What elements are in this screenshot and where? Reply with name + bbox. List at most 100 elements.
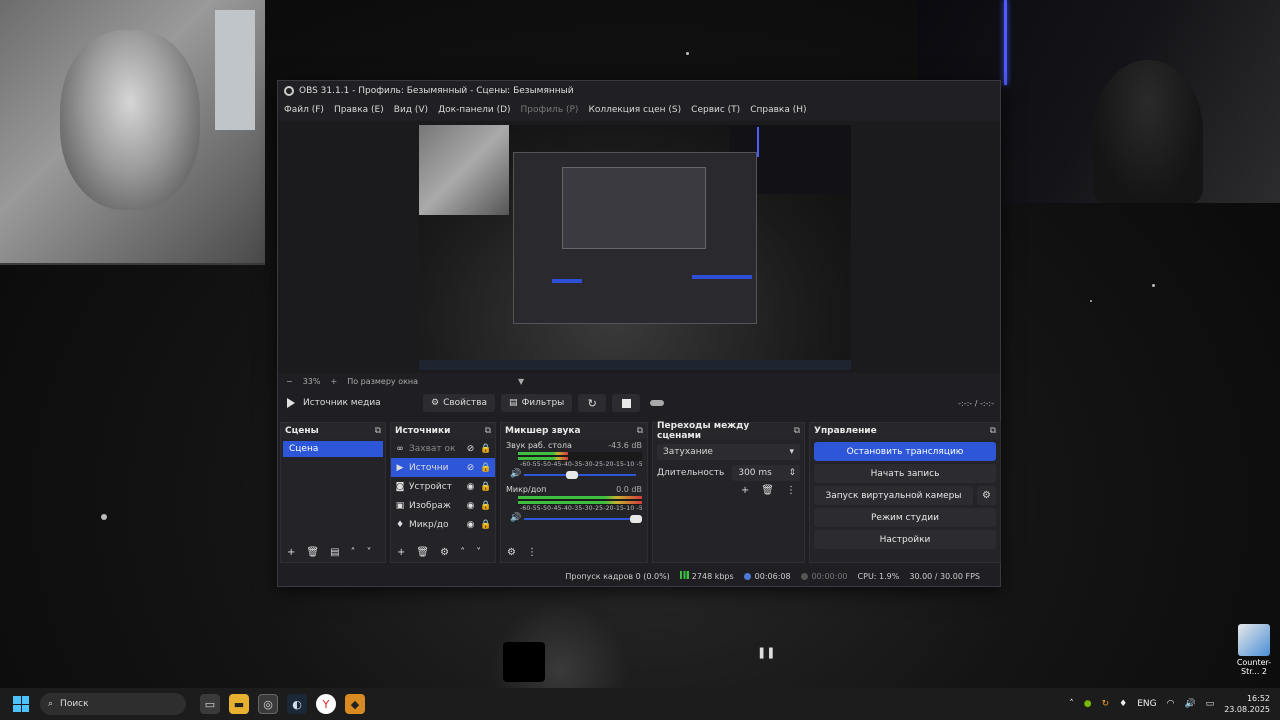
volume-icon[interactable]: 🔊: [1184, 699, 1195, 709]
arrow-down-icon[interactable]: ˅: [476, 547, 481, 558]
source-row[interactable]: ∞ Захват ок ⊘ 🔒: [391, 439, 495, 458]
webcam-overlay-left: [0, 0, 265, 265]
windows-start-icon[interactable]: [13, 696, 29, 712]
task-view-icon[interactable]: ▭: [200, 694, 220, 714]
lock-icon[interactable]: 🔒: [480, 463, 491, 473]
desktop-shortcut[interactable]: Counter-Str... 2: [1230, 624, 1278, 676]
menu-profile[interactable]: Профиль (P): [521, 105, 579, 115]
stop-stream-button[interactable]: Остановить трансляцию: [814, 442, 996, 461]
trash-icon[interactable]: 🗑: [416, 547, 429, 558]
battery-icon[interactable]: ▭: [1206, 699, 1215, 709]
zoom-out-button[interactable]: −: [286, 377, 293, 386]
properties-button[interactable]: ⚙ Свойства: [423, 394, 496, 412]
fader-knob[interactable]: [630, 515, 642, 523]
stop-button[interactable]: [612, 394, 641, 412]
eye-off-icon[interactable]: ⊘: [465, 444, 476, 454]
fader-knob[interactable]: [566, 471, 579, 479]
filter-icon[interactable]: ▤: [330, 547, 339, 558]
lock-icon[interactable]: 🔒: [480, 520, 491, 530]
dock-menu-icon[interactable]: ⧉: [375, 426, 381, 436]
mic-icon[interactable]: ♦: [1119, 699, 1127, 709]
clock[interactable]: 16:52 23.08.2025: [1224, 693, 1270, 715]
more-icon[interactable]: ⋮: [786, 485, 796, 496]
eye-icon[interactable]: ◉: [465, 501, 476, 511]
volume-fader[interactable]: 🔊: [510, 469, 642, 481]
eye-icon[interactable]: ◉: [465, 482, 476, 492]
add-icon[interactable]: +: [741, 485, 749, 496]
nvidia-icon[interactable]: ●: [1084, 699, 1092, 709]
gear-icon[interactable]: ⚙: [507, 547, 516, 558]
trash-icon[interactable]: 🗑: [761, 485, 774, 496]
menu-docks[interactable]: Док-панели (D): [438, 105, 510, 115]
title-bar[interactable]: OBS 31.1.1 - Профиль: Безымянный - Сцены…: [278, 81, 1000, 100]
obs-taskbar-icon[interactable]: ◎: [258, 694, 278, 714]
play-icon[interactable]: [287, 398, 295, 408]
dock-menu-icon[interactable]: ⧉: [990, 426, 996, 436]
duration-input[interactable]: 300 ms ⇕: [732, 465, 800, 481]
steam-icon[interactable]: ◐: [287, 694, 307, 714]
arrow-up-icon[interactable]: ˄: [351, 547, 356, 558]
menu-file[interactable]: Файл (F): [284, 105, 324, 115]
yandex-browser-icon[interactable]: Y: [316, 694, 336, 714]
controls-header: Управление ⧉: [810, 423, 1000, 439]
filters-button[interactable]: ▤ Фильтры: [501, 394, 573, 412]
filters-label: Фильтры: [521, 398, 565, 408]
menu-scene-collection[interactable]: Коллекция сцен (S): [588, 105, 681, 115]
wifi-icon[interactable]: ◠: [1167, 699, 1175, 709]
add-icon[interactable]: +: [287, 547, 295, 558]
source-row[interactable]: ♦ Микр/до ◉ 🔒: [391, 515, 495, 534]
eye-icon[interactable]: ◉: [465, 520, 476, 530]
star: [686, 52, 689, 55]
speaker-icon[interactable]: 🔊: [510, 469, 521, 479]
source-row[interactable]: ▣ Изображ ◉ 🔒: [391, 496, 495, 515]
lock-icon[interactable]: 🔒: [480, 444, 491, 454]
dock-menu-icon[interactable]: ⧉: [637, 426, 643, 436]
sync-icon[interactable]: ↻: [1102, 699, 1110, 709]
menu-edit[interactable]: Правка (E): [334, 105, 384, 115]
taskbar-search[interactable]: ⌕ Поиск: [40, 693, 186, 715]
transition-tools: + 🗑 ⋮: [653, 485, 796, 496]
dock-menu-icon[interactable]: ⧉: [485, 426, 491, 436]
language-indicator[interactable]: ENG: [1137, 699, 1156, 709]
meter-bar: [518, 501, 642, 504]
menu-tools[interactable]: Сервис (T): [691, 105, 740, 115]
trash-icon[interactable]: 🗑: [306, 547, 319, 558]
more-icon[interactable]: ⋮: [527, 547, 537, 558]
menu-help[interactable]: Справка (H): [750, 105, 806, 115]
lock-icon[interactable]: 🔒: [480, 501, 491, 511]
scenes-header: Сцены ⧉: [281, 423, 385, 439]
settings-button[interactable]: Настройки: [814, 530, 996, 549]
seek-slider[interactable]: [650, 400, 665, 406]
menu-view[interactable]: Вид (V): [394, 105, 428, 115]
restart-button[interactable]: ↻: [578, 394, 607, 412]
lock-icon[interactable]: 🔒: [480, 482, 491, 492]
gear-icon: ⚙: [431, 398, 440, 408]
duration-row: Длительность 300 ms ⇕: [657, 465, 800, 481]
volume-fader[interactable]: 🔊: [510, 513, 642, 525]
start-record-button[interactable]: Начать запись: [814, 464, 996, 483]
add-icon[interactable]: +: [397, 547, 405, 558]
chevron-up-icon[interactable]: ˄: [1069, 699, 1074, 709]
eye-off-icon[interactable]: ⊘: [465, 463, 476, 473]
gear-icon[interactable]: ⚙: [440, 547, 449, 558]
app-icon[interactable]: ◆: [345, 694, 365, 714]
transition-select[interactable]: Затухание ▾: [657, 444, 800, 460]
chevron-down-icon[interactable]: ▼: [518, 377, 524, 386]
arrow-up-icon[interactable]: ˄: [460, 547, 465, 558]
media-time: -:-:- / -:-:-: [958, 398, 994, 408]
stepper-icon[interactable]: ⇕: [788, 468, 796, 478]
scene-item[interactable]: Сцена: [283, 441, 383, 457]
virtual-cam-settings-button[interactable]: ⚙: [977, 486, 996, 505]
file-explorer-icon[interactable]: ▬: [229, 694, 249, 714]
studio-mode-button[interactable]: Режим студии: [814, 508, 996, 527]
preview-area[interactable]: [278, 121, 1000, 373]
virtual-cam-button[interactable]: Запуск виртуальной камеры: [814, 486, 973, 505]
source-row[interactable]: ◙ Устройст ◉ 🔒: [391, 477, 495, 496]
dock-menu-icon[interactable]: ⧉: [794, 426, 800, 436]
clock-date: 23.08.2025: [1224, 705, 1270, 714]
speaker-icon[interactable]: 🔊: [510, 513, 521, 523]
zoom-in-button[interactable]: +: [330, 377, 337, 386]
record-icon: [800, 572, 808, 580]
source-row[interactable]: ▶ Источни ⊘ 🔒: [391, 458, 495, 477]
arrow-down-icon[interactable]: ˅: [367, 547, 372, 558]
